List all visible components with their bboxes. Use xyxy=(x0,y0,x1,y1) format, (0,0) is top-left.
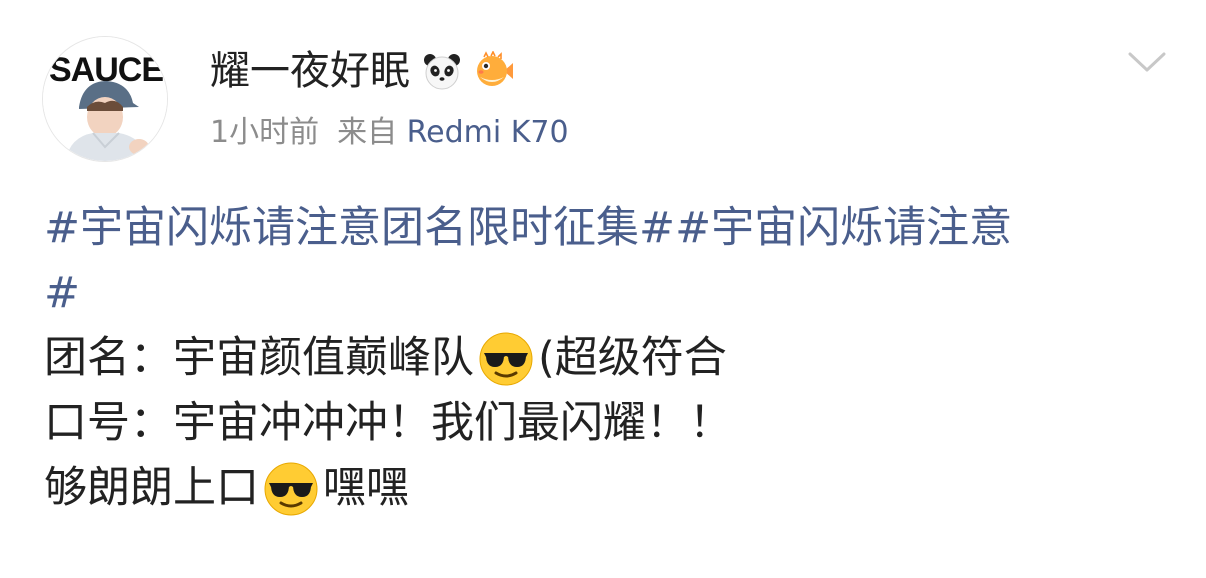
post-time: 1小时前 xyxy=(210,115,320,150)
username-row: 耀一夜好眠 xyxy=(210,44,514,98)
content-line-5: 够朗朗上口 嘿嘿 xyxy=(44,456,1174,521)
team-name-text: 团名：宇宙颜值巅峰队 xyxy=(44,333,474,383)
sunglasses-emoji-icon xyxy=(479,332,533,385)
slogan-text: 口号：宇宙冲冲冲！我们最闪耀！！ xyxy=(44,398,732,448)
user-avatar[interactable]: SAUCE xyxy=(42,36,168,162)
post-meta: 1小时前 来自 Redmi K70 xyxy=(210,112,569,154)
topic-link-2-end[interactable]: # xyxy=(44,261,80,326)
content-line-4: 口号：宇宙冲冲冲！我们最闪耀！！ xyxy=(44,391,1174,456)
team-name-tail: (超级符合 xyxy=(538,333,727,383)
post-content: #宇宙闪烁请注意团名限时征集# #宇宙闪烁请注意 # 团名：宇宙颜值巅峰队 (超级… xyxy=(44,196,1174,521)
username[interactable]: 耀一夜好眠 xyxy=(210,44,410,98)
sunglasses-emoji-icon xyxy=(264,462,318,515)
content-line-2: # xyxy=(44,261,1174,326)
content-line-3: 团名：宇宙颜值巅峰队 (超级符合 xyxy=(44,326,1174,391)
topic-link-2[interactable]: #宇宙闪烁请注意 xyxy=(675,196,1012,261)
source-prefix: 来自 xyxy=(337,115,398,150)
topic-link-1[interactable]: #宇宙闪烁请注意团名限时征集# xyxy=(44,196,675,261)
chevron-down-icon[interactable] xyxy=(1124,42,1170,82)
closing-tail: 嘿嘿 xyxy=(323,463,409,513)
panda-icon xyxy=(424,54,460,90)
pufferfish-icon xyxy=(477,51,513,86)
closing-text: 够朗朗上口 xyxy=(44,463,259,513)
content-line-1: #宇宙闪烁请注意团名限时征集# #宇宙闪烁请注意 xyxy=(44,196,1174,261)
device-name[interactable]: Redmi K70 xyxy=(407,115,569,150)
